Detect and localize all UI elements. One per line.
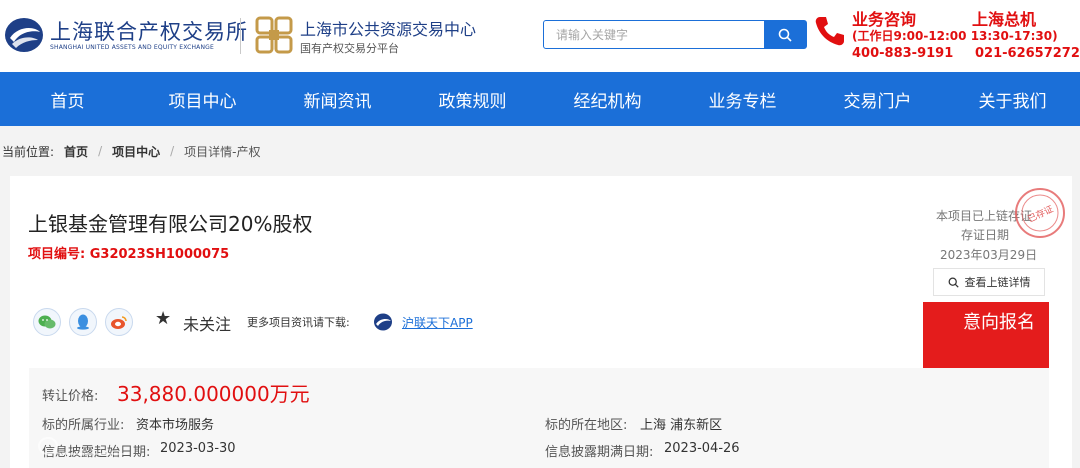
nav-item-policy[interactable]: 政策规则 bbox=[405, 72, 540, 126]
suaee-logo-mark-icon bbox=[5, 18, 43, 52]
wechat-share-button[interactable] bbox=[33, 308, 61, 336]
breadcrumb-separator: / bbox=[98, 144, 103, 158]
switchboard-title: 上海总机 bbox=[972, 10, 1037, 29]
search-box bbox=[543, 20, 807, 49]
app-download-link[interactable]: 沪联天下APP bbox=[402, 314, 473, 331]
main-nav: 首页 项目中心 新闻资讯 政策规则 经纪机构 业务专栏 交易门户 关于我们 bbox=[0, 72, 1080, 126]
nav-item-projects[interactable]: 项目中心 bbox=[135, 72, 270, 126]
nav-item-business[interactable]: 业务专栏 bbox=[675, 72, 810, 126]
site-header: 上海联合产权交易所 SHANGHAI UNITED ASSETS AND EQU… bbox=[0, 0, 1080, 72]
chain-date: 2023年03月29日 bbox=[940, 248, 1038, 262]
wechat-icon bbox=[38, 315, 56, 329]
stamp-text: 已存证 bbox=[1026, 203, 1056, 225]
logo-divider bbox=[240, 18, 241, 54]
follow-status[interactable]: 未关注 bbox=[183, 311, 231, 335]
certified-stamp-icon: 已存证 bbox=[1015, 188, 1065, 238]
download-prompt: 更多项目资讯请下载: bbox=[247, 316, 350, 329]
disclosure-end-label: 信息披露期满日期: bbox=[545, 445, 654, 460]
nav-item-about[interactable]: 关于我们 bbox=[945, 72, 1080, 126]
nav-item-portal[interactable]: 交易门户 bbox=[810, 72, 945, 126]
search-input[interactable] bbox=[544, 21, 765, 48]
nav-item-news[interactable]: 新闻资讯 bbox=[270, 72, 405, 126]
qq-icon bbox=[77, 314, 89, 330]
qq-share-button[interactable] bbox=[69, 308, 97, 336]
breadcrumb-label: 当前位置: bbox=[2, 144, 55, 159]
apply-button[interactable]: 意向报名 bbox=[923, 302, 1049, 369]
business-hotline-number[interactable]: 400-883-9191 bbox=[852, 46, 953, 61]
suaee-logo[interactable]: 上海联合产权交易所 SHANGHAI UNITED ASSETS AND EQU… bbox=[4, 14, 247, 56]
search-icon bbox=[948, 277, 959, 288]
project-code-label: 项目编号: bbox=[28, 247, 86, 262]
breadcrumb-current: 项目详情-产权 bbox=[184, 144, 261, 159]
industry-value: 资本市场服务 bbox=[136, 418, 215, 433]
public-resource-subtitle: 国有产权交易分平台 bbox=[300, 42, 399, 55]
region-label: 标的所在地区: bbox=[545, 418, 628, 433]
breadcrumb-separator: / bbox=[170, 144, 175, 158]
search-icon bbox=[778, 28, 792, 42]
weibo-share-button[interactable] bbox=[105, 308, 133, 336]
chain-date-label: 存证日期 bbox=[961, 228, 1010, 242]
search-button[interactable] bbox=[764, 21, 806, 48]
project-title: 上银基金管理有限公司20%股权 bbox=[28, 212, 313, 236]
phone-icon bbox=[815, 17, 844, 46]
weibo-icon bbox=[111, 316, 127, 329]
disclosure-start-value: 2023-03-30 bbox=[160, 441, 236, 456]
app-logo-icon bbox=[374, 313, 392, 331]
breadcrumb-home[interactable]: 首页 bbox=[64, 143, 88, 160]
breadcrumb: 当前位置: 首页 / 项目中心 / 项目详情-产权 bbox=[0, 142, 261, 160]
switchboard-number[interactable]: 021-62657272 bbox=[975, 46, 1080, 61]
disclosure-end-value: 2023-04-26 bbox=[664, 441, 740, 456]
nav-item-brokers[interactable]: 经纪机构 bbox=[540, 72, 675, 126]
price-label: 转让价格: bbox=[42, 389, 99, 404]
price-value: 33,880.000000万元 bbox=[117, 382, 310, 406]
suaee-logo-cn: 上海联合产权交易所 bbox=[50, 20, 248, 44]
star-icon[interactable]: ★ bbox=[155, 308, 171, 329]
project-code: 项目编号: G32023SH1000075 bbox=[28, 243, 229, 262]
breadcrumb-projects[interactable]: 项目中心 bbox=[112, 143, 160, 160]
suaee-logo-en: SHANGHAI UNITED ASSETS AND EQUITY EXCHAN… bbox=[50, 44, 215, 51]
industry-label: 标的所属行业: bbox=[42, 418, 125, 433]
view-chain-details-button[interactable]: 查看上链详情 bbox=[933, 268, 1045, 296]
public-resource-title: 上海市公共资源交易中心 bbox=[300, 20, 477, 39]
nav-item-home[interactable]: 首页 bbox=[0, 72, 135, 126]
watermark-icon bbox=[38, 437, 128, 455]
view-chain-details-label: 查看上链详情 bbox=[964, 276, 1031, 289]
public-resource-logo-icon[interactable] bbox=[255, 16, 293, 54]
region-value: 上海 浦东新区 bbox=[640, 418, 723, 433]
project-code-value: G32023SH1000075 bbox=[89, 247, 230, 262]
